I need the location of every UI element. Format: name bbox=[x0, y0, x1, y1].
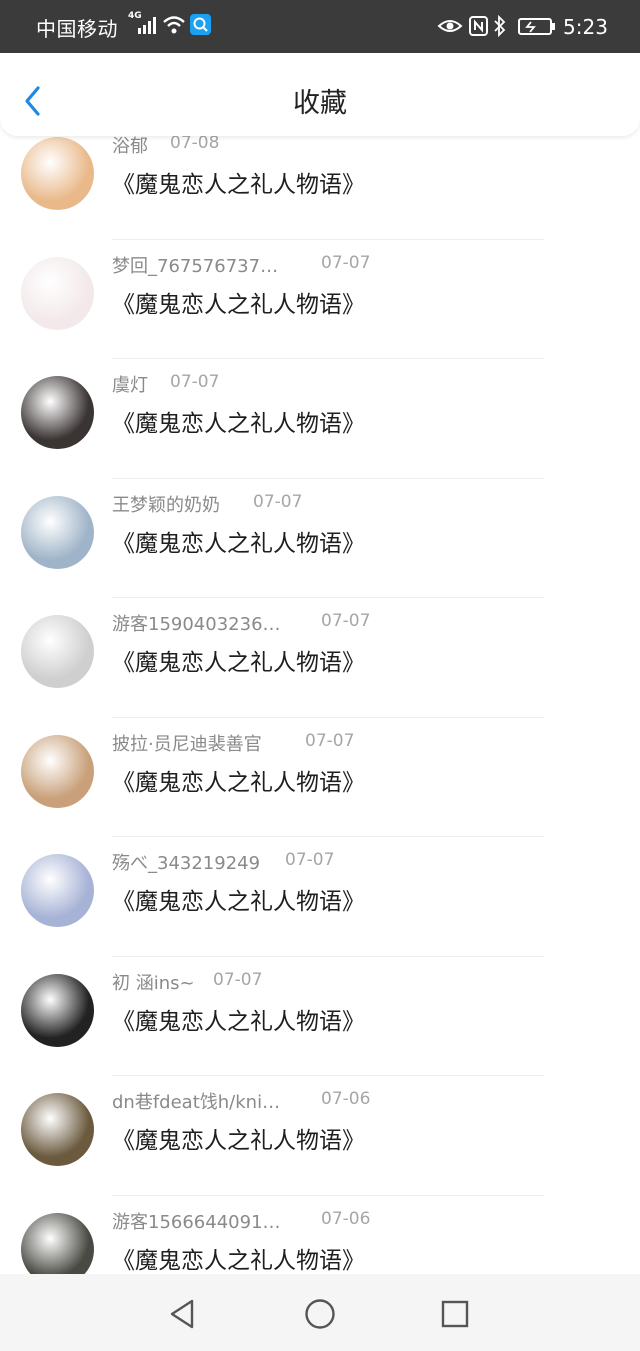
list-item[interactable]: 梦回_767576737… 07-07 《魔鬼恋人之礼人物语》 bbox=[0, 240, 640, 359]
post-date: 07-07 bbox=[253, 491, 303, 512]
page-title: 收藏 bbox=[293, 88, 347, 119]
bluetooth-icon bbox=[494, 14, 506, 38]
item-title[interactable]: 《魔鬼恋人之礼人物语》 bbox=[112, 524, 365, 558]
user-name[interactable]: 梦回_767576737… bbox=[112, 252, 278, 278]
user-name[interactable]: 殇べ_343219249 bbox=[112, 849, 260, 875]
item-title[interactable]: 《魔鬼恋人之礼人物语》 bbox=[112, 165, 365, 199]
status-icons bbox=[437, 14, 555, 38]
list-item[interactable]: 游客1566644091… 07-06 《魔鬼恋人之礼人物语》 bbox=[0, 1196, 640, 1275]
clock: 5:23 bbox=[563, 15, 608, 39]
post-date: 07-07 bbox=[213, 969, 263, 990]
avatar[interactable] bbox=[21, 376, 94, 449]
avatar[interactable] bbox=[21, 256, 94, 330]
post-date: 07-07 bbox=[321, 611, 371, 631]
item-title[interactable]: 《魔鬼恋人之礼人物语》 bbox=[112, 285, 365, 319]
list-item[interactable]: 浴郁 07-08 《魔鬼恋人之礼人物语》 bbox=[0, 136, 640, 240]
post-date: 07-06 bbox=[321, 1089, 371, 1109]
list-item[interactable]: 王梦颖的奶奶 07-07 《魔鬼恋人之礼人物语》 bbox=[0, 479, 640, 598]
post-date: 07-07 bbox=[170, 372, 220, 392]
item-title[interactable]: 《魔鬼恋人之礼人物语》 bbox=[112, 643, 365, 677]
user-name[interactable]: 王梦颖的奶奶 bbox=[112, 491, 220, 517]
item-title[interactable]: 《魔鬼恋人之礼人物语》 bbox=[112, 882, 365, 916]
recents-square-icon[interactable] bbox=[437, 1296, 473, 1332]
avatar[interactable] bbox=[21, 734, 94, 808]
signal-icon bbox=[138, 17, 156, 34]
post-date: 07-06 bbox=[321, 1208, 371, 1229]
item-title[interactable]: 《魔鬼恋人之礼人物语》 bbox=[112, 404, 365, 438]
back-triangle-icon[interactable] bbox=[164, 1296, 200, 1332]
avatar[interactable] bbox=[21, 137, 94, 210]
avatar[interactable] bbox=[21, 854, 94, 927]
home-circle-icon[interactable] bbox=[302, 1296, 338, 1332]
list-item[interactable]: 游客1590403236… 07-07 《魔鬼恋人之礼人物语》 bbox=[0, 598, 640, 718]
post-date: 07-07 bbox=[305, 730, 355, 751]
wifi-icon bbox=[163, 16, 185, 34]
post-date: 07-07 bbox=[285, 850, 335, 870]
item-title[interactable]: 《魔鬼恋人之礼人物语》 bbox=[112, 763, 365, 797]
item-title[interactable]: 《魔鬼恋人之礼人物语》 bbox=[112, 1002, 365, 1036]
list-item[interactable]: 披拉·员尼迪裴善官 07-07 《魔鬼恋人之礼人物语》 bbox=[0, 718, 640, 837]
avatar[interactable] bbox=[21, 1093, 94, 1166]
list-item[interactable]: dn巷fdeat饯h/kni… 07-06 《魔鬼恋人之礼人物语》 bbox=[0, 1076, 640, 1196]
system-nav-bar bbox=[0, 1274, 640, 1351]
list-item[interactable]: 初 涵ins~ 07-07 《魔鬼恋人之礼人物语》 bbox=[0, 957, 640, 1076]
nfc-icon bbox=[469, 16, 488, 36]
post-date: 07-08 bbox=[170, 136, 220, 153]
favorites-list[interactable]: 浴郁 07-08 《魔鬼恋人之礼人物语》 梦回_767576737… 07-07 《魔鬼恋… bbox=[0, 136, 640, 1274]
user-name[interactable]: 初 涵ins~ bbox=[112, 969, 195, 995]
user-name[interactable]: 游客1566644091… bbox=[112, 1208, 281, 1234]
eye-icon bbox=[437, 20, 463, 32]
user-name[interactable]: 游客1590403236… bbox=[112, 610, 281, 636]
search-app-icon bbox=[190, 14, 211, 35]
item-title[interactable]: 《魔鬼恋人之礼人物语》 bbox=[112, 1121, 365, 1155]
list-item[interactable]: 殇べ_343219249 07-07 《魔鬼恋人之礼人物语》 bbox=[0, 837, 640, 957]
avatar[interactable] bbox=[21, 495, 94, 569]
avatar[interactable] bbox=[21, 973, 94, 1047]
user-name[interactable]: 浴郁 bbox=[112, 136, 148, 158]
list-item[interactable]: 虞灯 07-07 《魔鬼恋人之礼人物语》 bbox=[0, 359, 640, 479]
user-name[interactable]: dn巷fdeat饯h/kni… bbox=[112, 1088, 280, 1114]
avatar[interactable] bbox=[21, 615, 94, 688]
status-bar: 中国移动 4G 5:23 bbox=[0, 0, 640, 53]
post-date: 07-07 bbox=[321, 252, 371, 273]
user-name[interactable]: 披拉·员尼迪裴善官 bbox=[112, 730, 262, 756]
avatar[interactable] bbox=[21, 1212, 94, 1274]
item-title[interactable]: 《魔鬼恋人之礼人物语》 bbox=[112, 1241, 365, 1275]
battery-icon bbox=[518, 18, 555, 35]
user-name[interactable]: 虞灯 bbox=[112, 371, 148, 397]
app-header: 收藏 bbox=[0, 53, 640, 136]
carrier-name: 中国移动 bbox=[36, 17, 118, 41]
